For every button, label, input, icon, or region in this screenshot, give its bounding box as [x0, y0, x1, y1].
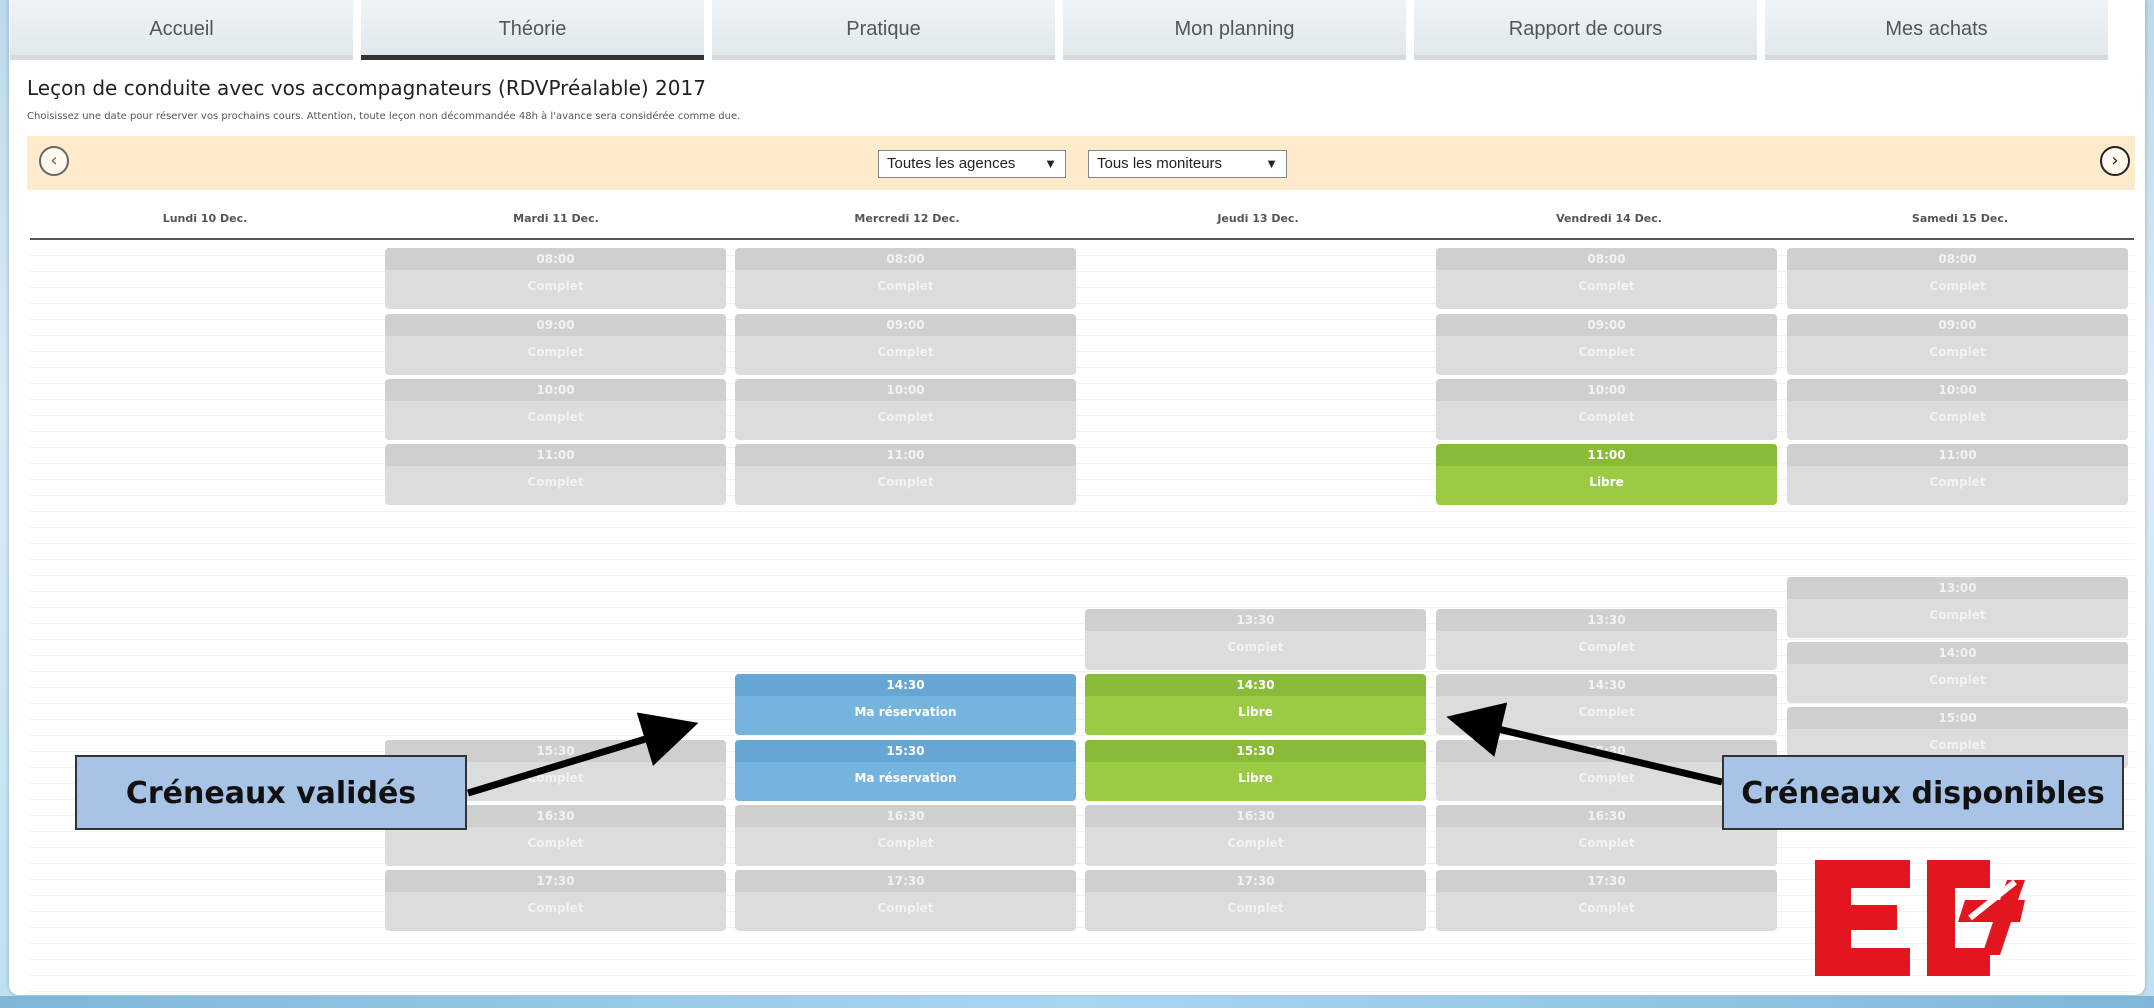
annotation-arrows: [466, 702, 1723, 797]
callout-validated-slots: Créneaux validés: [75, 755, 467, 830]
arrow-to-reservations: [466, 712, 699, 797]
callout-available-slots: Créneaux disponibles: [1722, 755, 2124, 830]
arrow-to-available-slots: [1446, 702, 1723, 786]
ecf-logo: [1815, 860, 2025, 976]
